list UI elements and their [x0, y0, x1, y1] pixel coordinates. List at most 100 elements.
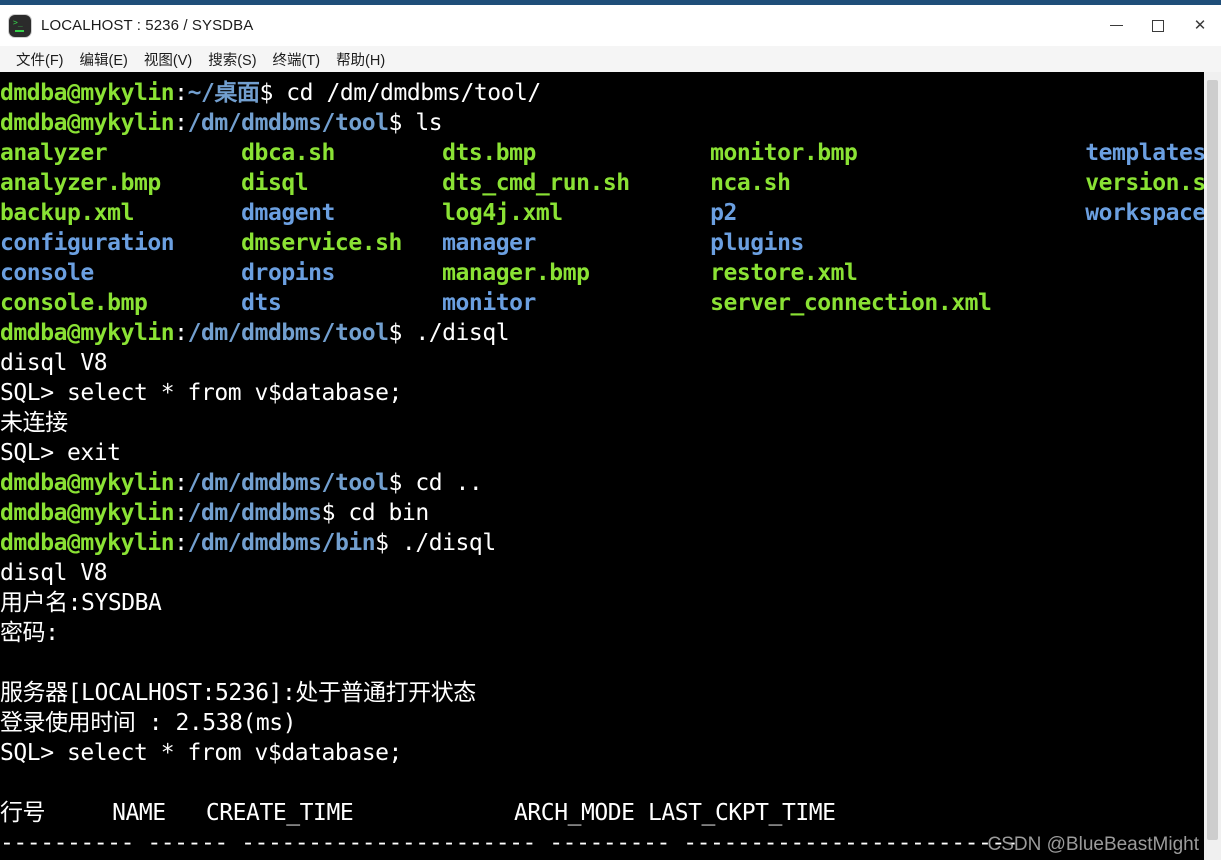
prompt-path: /dm/dmdbms/tool	[187, 320, 389, 346]
terminal-line: dmdba@mykylin:~/桌面$ cd /dm/dmdbms/tool/	[0, 78, 1204, 108]
file-entry: analyzer	[0, 140, 242, 166]
prompt-separator: :	[174, 500, 188, 526]
prompt-path: ~/桌面	[187, 80, 260, 106]
menu-item-help[interactable]: 帮助(H)	[328, 47, 393, 72]
terminal-line: analyzer dbca.sh dts.bmp monitor.bmp tem…	[0, 138, 1204, 168]
terminal-line: SQL> select * from v$database;	[0, 738, 1204, 768]
prompt-separator: :	[174, 530, 188, 556]
terminal-text: 密码:	[0, 620, 59, 646]
terminal-line: disql V8	[0, 558, 1204, 588]
terminal-line: 密码:	[0, 618, 1204, 648]
file-entry: dts_cmd_run.sh	[442, 170, 711, 196]
prompt-command: $ cd bin	[321, 500, 430, 526]
terminal-line: dmdba@mykylin:/dm/dmdbms/bin$ ./disql	[0, 528, 1204, 558]
terminal-text: 登录使用时间 : 2.538(ms)	[0, 710, 297, 736]
terminal-line: configuration dmservice.sh manager plugi…	[0, 228, 1204, 258]
terminal-line: backup.xml dmagent log4j.xml p2 workspac…	[0, 198, 1204, 228]
prompt-separator: :	[174, 320, 188, 346]
maximize-icon	[1152, 19, 1164, 32]
directory-entry: dropins	[241, 260, 443, 286]
terminal-text: 用户名:SYSDBA	[0, 590, 162, 616]
terminal-icon-chevron: >_	[13, 17, 23, 27]
terminal-line: 登录使用时间 : 2.538(ms)	[0, 708, 1204, 738]
prompt-path: /dm/dmdbms/bin	[187, 530, 376, 556]
vertical-scrollbar[interactable]	[1204, 72, 1221, 860]
terminal-window: >_ LOCALHOST : 5236 / SYSDBA ✕ 文件(F) 编辑(…	[0, 0, 1221, 860]
menu-bar: 文件(F) 编辑(E) 视图(V) 搜索(S) 终端(T) 帮助(H)	[0, 46, 1221, 72]
prompt-command: $ ./disql	[388, 320, 510, 346]
prompt-user-host: dmdba@mykylin	[0, 110, 175, 136]
terminal-icon-underline	[15, 29, 24, 32]
terminal-icon: >_	[9, 14, 31, 37]
prompt-separator: :	[174, 110, 188, 136]
terminal-line	[0, 648, 1204, 678]
file-entry: monitor.bmp	[710, 140, 1086, 166]
terminal-line: SQL> exit	[0, 438, 1204, 468]
close-button[interactable]: ✕	[1179, 5, 1221, 46]
file-entry: version.sh	[1085, 170, 1204, 196]
file-entry: restore.xml	[710, 260, 1086, 286]
terminal-text: disql V8	[0, 350, 108, 376]
terminal-line: dmdba@mykylin:/dm/dmdbms/tool$ ls	[0, 108, 1204, 138]
prompt-path: /dm/dmdbms	[187, 500, 322, 526]
directory-entry: console	[0, 260, 242, 286]
directory-entry: templates	[1085, 140, 1204, 166]
directory-entry: configuration	[0, 230, 242, 256]
prompt-command: $ ./disql	[375, 530, 496, 556]
terminal-line: ---------- ------ ----------------------…	[0, 828, 1204, 858]
terminal-line	[0, 768, 1204, 798]
prompt-user-host: dmdba@mykylin	[0, 530, 175, 556]
file-entry: disql	[241, 170, 443, 196]
window-title: LOCALHOST : 5236 / SYSDBA	[41, 17, 254, 34]
terminal-line: analyzer.bmp disql dts_cmd_run.sh nca.sh…	[0, 168, 1204, 198]
terminal-line: 服务器[LOCALHOST:5236]:处于普通打开状态	[0, 678, 1204, 708]
file-entry: manager.bmp	[442, 260, 711, 286]
terminal-line: dmdba@mykylin:/dm/dmdbms/tool$ cd ..	[0, 468, 1204, 498]
menu-item-search[interactable]: 搜索(S)	[200, 47, 264, 72]
prompt-user-host: dmdba@mykylin	[0, 80, 175, 106]
prompt-user-host: dmdba@mykylin	[0, 470, 175, 496]
file-entry: dbca.sh	[241, 140, 443, 166]
terminal-area[interactable]: dmdba@mykylin:~/桌面$ cd /dm/dmdbms/tool/d…	[0, 72, 1221, 860]
title-bar: >_ LOCALHOST : 5236 / SYSDBA ✕	[0, 5, 1221, 46]
prompt-command: $ cd ..	[388, 470, 483, 496]
terminal-text: ---------- ------ ----------------------…	[0, 830, 1019, 856]
terminal-line: 未连接	[0, 408, 1204, 438]
menu-item-edit[interactable]: 编辑(E)	[72, 47, 136, 72]
terminal-text: 未连接	[0, 410, 68, 436]
prompt-separator: :	[174, 80, 188, 106]
directory-entry: plugins	[710, 230, 1086, 256]
directory-entry: p2	[710, 200, 1086, 226]
terminal-line: console dropins manager.bmp restore.xml	[0, 258, 1204, 288]
file-entry: dmservice.sh	[241, 230, 443, 256]
file-entry: log4j.xml	[442, 200, 711, 226]
maximize-button[interactable]	[1137, 5, 1179, 46]
directory-entry: dmagent	[241, 200, 443, 226]
menu-item-file[interactable]: 文件(F)	[8, 47, 72, 72]
directory-entry: dts	[241, 290, 443, 316]
minimize-button[interactable]	[1095, 5, 1137, 46]
scrollbar-thumb[interactable]	[1207, 80, 1218, 840]
terminal-output[interactable]: dmdba@mykylin:~/桌面$ cd /dm/dmdbms/tool/d…	[0, 72, 1204, 860]
terminal-line: dmdba@mykylin:/dm/dmdbms$ cd bin	[0, 498, 1204, 528]
prompt-command: $ ls	[388, 110, 443, 136]
terminal-line: 用户名:SYSDBA	[0, 588, 1204, 618]
terminal-line: dmdba@mykylin:/dm/dmdbms/tool$ ./disql	[0, 318, 1204, 348]
prompt-path: /dm/dmdbms/tool	[187, 470, 389, 496]
close-icon: ✕	[1193, 16, 1207, 34]
window-controls: ✕	[1095, 5, 1221, 46]
terminal-line: 行号 NAME CREATE_TIME ARCH_MODE LAST_CKPT_…	[0, 798, 1204, 828]
menu-item-view[interactable]: 视图(V)	[136, 47, 200, 72]
menu-item-terminal[interactable]: 终端(T)	[265, 47, 329, 72]
prompt-command: $ cd /dm/dmdbms/tool/	[259, 80, 541, 106]
prompt-user-host: dmdba@mykylin	[0, 500, 175, 526]
terminal-text: SQL> select * from v$database;	[0, 740, 402, 766]
terminal-line: console.bmp dts monitor server_connectio…	[0, 288, 1204, 318]
terminal-text: SQL> select * from v$database;	[0, 380, 402, 406]
file-entry: dts.bmp	[442, 140, 711, 166]
file-entry: server_connection.xml	[710, 290, 1086, 316]
file-entry: backup.xml	[0, 200, 242, 226]
prompt-separator: :	[174, 470, 188, 496]
directory-entry: manager	[442, 230, 711, 256]
